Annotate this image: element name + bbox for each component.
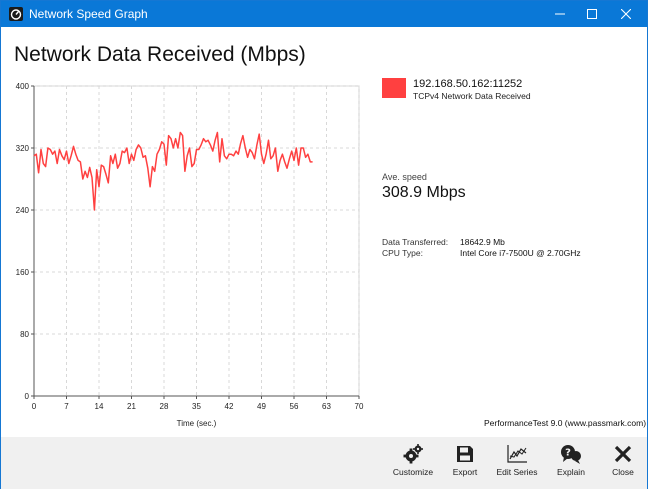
close-icon	[621, 9, 631, 19]
y-tick-label: 0	[25, 392, 30, 401]
y-tick-label: 160	[16, 268, 30, 277]
export-button[interactable]: Export	[439, 441, 491, 485]
network-speed-graph-window: Network Speed Graph Network Data Receive…	[0, 0, 648, 489]
x-tick-label: 0	[32, 402, 37, 411]
y-tick-label: 80	[20, 330, 29, 339]
bottom-toolbar: Customize Export Edit Series ? Explain C…	[1, 437, 647, 489]
close-label: Close	[612, 467, 634, 477]
close-x-icon	[614, 445, 632, 463]
x-tick-label: 14	[95, 402, 104, 411]
edit-series-label: Edit Series	[496, 467, 538, 477]
y-tick-label: 400	[16, 82, 30, 91]
maximize-icon	[587, 9, 597, 19]
network-speed-chart: 0 7 14 21 28 35 42 49 56 63 70 0 80 160 240 320 400 Time …	[16, 82, 364, 428]
minimize-icon	[555, 13, 565, 15]
plot-area	[33, 85, 360, 397]
legend-source: 192.168.50.162:11252	[413, 78, 523, 90]
app-icon	[9, 7, 23, 21]
y-tick-label: 240	[16, 206, 30, 215]
x-tick-label: 28	[160, 402, 169, 411]
x-axis-label: Time (sec.)	[177, 419, 217, 428]
x-tick-label: 42	[225, 402, 234, 411]
x-tick-label: 70	[355, 402, 364, 411]
performancetest-credit: PerformanceTest 9.0 (www.passmark.com)	[484, 418, 647, 428]
window-close-button[interactable]	[609, 1, 643, 27]
average-speed-label: Ave. speed	[382, 172, 427, 182]
x-tick-label: 56	[290, 402, 299, 411]
customize-label: Customize	[392, 467, 434, 477]
x-tick-label: 63	[322, 402, 331, 411]
line-chart-icon	[507, 445, 527, 463]
minimize-button[interactable]	[543, 1, 577, 27]
save-disk-icon	[457, 446, 473, 462]
legend-color-swatch	[382, 78, 406, 98]
window-title: Network Speed Graph	[29, 7, 148, 21]
close-button[interactable]: Close	[597, 441, 648, 485]
average-speed-value: 308.9 Mbps	[382, 184, 466, 201]
customize-button[interactable]: Customize	[387, 441, 439, 485]
cpu-type-label: CPU Type:	[382, 248, 423, 258]
x-tick-label: 35	[192, 402, 201, 411]
graph-heading: Network Data Received (Mbps)	[14, 43, 306, 66]
svg-text:?: ?	[565, 448, 571, 459]
cpu-type-value: Intel Core i7-7500U @ 2.70GHz	[460, 248, 581, 258]
maximize-button[interactable]	[575, 1, 609, 27]
x-tick-label: 21	[127, 402, 136, 411]
help-bubbles-icon: ?	[561, 445, 581, 464]
explain-label: Explain	[557, 467, 585, 477]
data-transferred-value: 18642.9 Mb	[460, 237, 505, 247]
gears-icon	[403, 444, 423, 464]
title-bar[interactable]: Network Speed Graph	[1, 1, 647, 27]
export-label: Export	[452, 467, 478, 477]
legend-description: TCPv4 Network Data Received	[413, 91, 531, 101]
x-tick-label: 7	[64, 402, 69, 411]
x-tick-label: 49	[257, 402, 266, 411]
explain-button[interactable]: ? Explain	[545, 441, 597, 485]
y-tick-label: 320	[16, 144, 30, 153]
data-transferred-label: Data Transferred:	[382, 237, 449, 247]
edit-series-button[interactable]: Edit Series	[491, 441, 543, 485]
